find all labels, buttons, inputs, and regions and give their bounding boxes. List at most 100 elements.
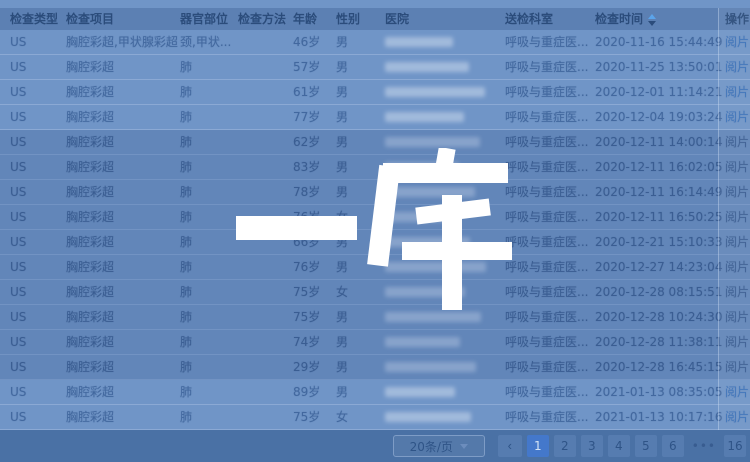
table-row[interactable]: US胸腔彩超肺57岁男呼吸与重症医...2020-11-25 13:50:01阅… bbox=[0, 55, 750, 80]
cell-type: US bbox=[10, 180, 26, 204]
cell-age: 61岁 bbox=[293, 80, 320, 104]
read-film-link[interactable]: 阅片 bbox=[725, 30, 749, 54]
cell-gender: 男 bbox=[336, 80, 348, 104]
cell-type: US bbox=[10, 380, 26, 404]
cell-type: US bbox=[10, 205, 26, 229]
column-header-time[interactable]: 检查时间 bbox=[595, 8, 656, 30]
page-button-3[interactable]: 3 bbox=[581, 435, 603, 457]
cell-dept: 呼吸与重症医... bbox=[505, 180, 591, 204]
read-film-link[interactable]: 阅片 bbox=[725, 130, 749, 154]
cell-time: 2021-01-13 08:35:05 bbox=[595, 380, 722, 404]
table-row[interactable]: US胸腔彩超肺83岁男呼吸与重症医...2020-12-11 16:02:05阅… bbox=[0, 155, 750, 180]
table-row[interactable]: US胸腔彩超肺62岁男呼吸与重症医...2020-12-11 14:00:14阅… bbox=[0, 130, 750, 155]
pager-ellipsis[interactable]: ••• bbox=[689, 435, 719, 457]
table-row[interactable]: US胸腔彩超肺76岁女呼吸与重症医...2020-12-11 16:50:25阅… bbox=[0, 205, 750, 230]
read-film-link[interactable]: 阅片 bbox=[725, 305, 749, 329]
page-button-16[interactable]: 16 bbox=[724, 435, 746, 457]
column-header-dept: 送检科室 bbox=[505, 8, 591, 30]
page-button-1[interactable]: 1 bbox=[527, 435, 549, 457]
cell-dept: 呼吸与重症医... bbox=[505, 305, 591, 329]
table-row[interactable]: US胸腔彩超肺75岁女呼吸与重症医...2021-01-13 10:17:16阅… bbox=[0, 405, 750, 430]
cell-gender: 男 bbox=[336, 330, 348, 354]
sort-asc-icon[interactable] bbox=[648, 14, 656, 19]
cell-age: 57岁 bbox=[293, 55, 320, 79]
cell-part: 肺 bbox=[180, 105, 192, 129]
column-header-part: 器官部位 bbox=[180, 8, 228, 30]
page-button-2[interactable]: 2 bbox=[554, 435, 576, 457]
cell-project: 胸腔彩超 bbox=[66, 330, 114, 354]
cell-gender: 男 bbox=[336, 30, 348, 54]
read-film-link[interactable]: 阅片 bbox=[725, 255, 749, 279]
cell-part: 肺 bbox=[180, 355, 192, 379]
chevron-down-icon bbox=[460, 444, 468, 449]
table-row[interactable]: US胸腔彩超肺78岁男呼吸与重症医...2020-12-11 16:14:49阅… bbox=[0, 180, 750, 205]
cell-time: 2020-12-28 10:24:30 bbox=[595, 305, 722, 329]
cell-gender: 男 bbox=[336, 105, 348, 129]
cell-type: US bbox=[10, 105, 26, 129]
cell-part: 肺 bbox=[180, 305, 192, 329]
page-button-4[interactable]: 4 bbox=[608, 435, 630, 457]
page-button-6[interactable]: 6 bbox=[662, 435, 684, 457]
cell-type: US bbox=[10, 80, 26, 104]
table-row[interactable]: US胸腔彩超肺29岁男呼吸与重症医...2020-12-28 16:45:15阅… bbox=[0, 355, 750, 380]
page-size-select[interactable]: 20条/页 bbox=[393, 435, 485, 457]
cell-dept: 呼吸与重症医... bbox=[505, 330, 591, 354]
cell-project: 胸腔彩超,甲状腺彩超 bbox=[66, 30, 178, 54]
prev-page-button[interactable]: ‹ bbox=[498, 435, 522, 457]
cell-time: 2020-12-21 15:10:33 bbox=[595, 230, 722, 254]
read-film-link[interactable]: 阅片 bbox=[725, 230, 749, 254]
cell-hospital-redacted bbox=[385, 187, 475, 197]
read-film-link[interactable]: 阅片 bbox=[725, 180, 749, 204]
cell-dept: 呼吸与重症医... bbox=[505, 355, 591, 379]
table-row[interactable]: US胸腔彩超,甲状腺彩超颈,甲状...46岁男呼吸与重症医...2020-11-… bbox=[0, 30, 750, 55]
cell-hospital-redacted bbox=[385, 337, 460, 347]
cell-gender: 男 bbox=[336, 180, 348, 204]
read-film-link[interactable]: 阅片 bbox=[725, 55, 749, 79]
cell-dept: 呼吸与重症医... bbox=[505, 380, 591, 404]
cell-age: 75岁 bbox=[293, 280, 320, 304]
column-header-hospital: 医院 bbox=[385, 8, 409, 30]
page-button-5[interactable]: 5 bbox=[635, 435, 657, 457]
table-row[interactable]: US胸腔彩超肺74岁男呼吸与重症医...2020-12-28 11:38:11阅… bbox=[0, 330, 750, 355]
read-film-link[interactable]: 阅片 bbox=[725, 155, 749, 179]
cell-hospital-redacted bbox=[385, 162, 459, 172]
read-film-link[interactable]: 阅片 bbox=[725, 280, 749, 304]
cell-project: 胸腔彩超 bbox=[66, 205, 114, 229]
cell-type: US bbox=[10, 305, 26, 329]
read-film-link[interactable]: 阅片 bbox=[725, 80, 749, 104]
cell-age: 29岁 bbox=[293, 355, 320, 379]
read-film-link[interactable]: 阅片 bbox=[725, 355, 749, 379]
cell-hospital-redacted bbox=[385, 387, 455, 397]
sort-desc-icon[interactable] bbox=[648, 21, 656, 26]
cell-time: 2020-12-28 16:45:15 bbox=[595, 355, 722, 379]
sort-carets[interactable] bbox=[648, 14, 656, 26]
table-row[interactable]: US胸腔彩超肺77岁男呼吸与重症医...2020-12-04 19:03:24阅… bbox=[0, 105, 750, 130]
read-film-link[interactable]: 阅片 bbox=[725, 330, 749, 354]
cell-part: 肺 bbox=[180, 330, 192, 354]
table-row[interactable]: US胸腔彩超肺75岁男呼吸与重症医...2020-12-28 10:24:30阅… bbox=[0, 305, 750, 330]
read-film-link[interactable]: 阅片 bbox=[725, 105, 749, 129]
table-row[interactable]: US胸腔彩超肺76岁男呼吸与重症医...2020-12-27 14:23:04阅… bbox=[0, 255, 750, 280]
cell-age: 76岁 bbox=[293, 205, 320, 229]
table-row[interactable]: US胸腔彩超肺75岁女呼吸与重症医...2020-12-28 08:15:51阅… bbox=[0, 280, 750, 305]
cell-part: 肺 bbox=[180, 180, 192, 204]
cell-project: 胸腔彩超 bbox=[66, 380, 114, 404]
read-film-link[interactable]: 阅片 bbox=[725, 405, 749, 429]
cell-age: 76岁 bbox=[293, 255, 320, 279]
cell-project: 胸腔彩超 bbox=[66, 280, 114, 304]
cell-type: US bbox=[10, 230, 26, 254]
cell-part: 肺 bbox=[180, 280, 192, 304]
table-row[interactable]: US胸腔彩超肺66岁男呼吸与重症医...2020-12-21 15:10:33阅… bbox=[0, 230, 750, 255]
cell-project: 胸腔彩超 bbox=[66, 80, 114, 104]
read-film-link[interactable]: 阅片 bbox=[725, 205, 749, 229]
cell-age: 75岁 bbox=[293, 305, 320, 329]
cell-hospital-redacted bbox=[385, 62, 469, 72]
table-row[interactable]: US胸腔彩超肺61岁男呼吸与重症医...2020-12-01 11:14:21阅… bbox=[0, 80, 750, 105]
read-film-link[interactable]: 阅片 bbox=[725, 380, 749, 404]
cell-age: 66岁 bbox=[293, 230, 320, 254]
column-header-method: 检查方法 bbox=[238, 8, 286, 30]
table-row[interactable]: US胸腔彩超肺89岁男呼吸与重症医...2021-01-13 08:35:05阅… bbox=[0, 380, 750, 405]
cell-part: 肺 bbox=[180, 255, 192, 279]
cell-time: 2020-12-11 14:00:14 bbox=[595, 130, 722, 154]
cell-gender: 男 bbox=[336, 380, 348, 404]
